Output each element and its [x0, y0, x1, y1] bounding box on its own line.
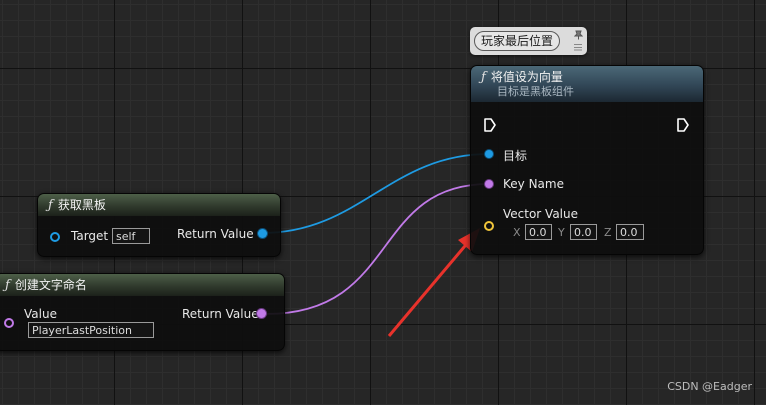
target-pin[interactable]: [485, 150, 493, 158]
key-name-pin[interactable]: [485, 180, 493, 188]
exec-out-pin-icon[interactable]: [676, 117, 690, 133]
set-value-as-vector-node[interactable]: ƒ 将值设为向量 目标是黑板组件 目标 Key Name Vector Value…: [470, 65, 704, 255]
make-literal-name-node[interactable]: ƒ 创建文字命名 Value PlayerLastPosition Return …: [0, 273, 285, 351]
vector-value-pin-label: Vector Value: [503, 207, 579, 221]
comment-text: 玩家最后位置: [474, 31, 561, 51]
vector-y-field[interactable]: 0.0: [570, 224, 597, 240]
comment-bubble[interactable]: 玩家最后位置: [470, 27, 587, 55]
object-wire: [261, 153, 490, 234]
vector-z-field[interactable]: 0.0: [616, 224, 644, 240]
vector-y-label: Y: [558, 226, 565, 239]
set-node-title: 将值设为向量: [490, 70, 563, 84]
value-input-pin[interactable]: [4, 318, 14, 328]
annotation-arrow: [387, 228, 480, 337]
return-value-label: Return Value: [182, 307, 259, 321]
value-text-field[interactable]: PlayerLastPosition: [28, 322, 154, 338]
name-wire: [265, 183, 490, 315]
get-blackboard-title: 获取黑板: [57, 198, 106, 212]
vector-value-pin[interactable]: [484, 221, 494, 231]
target-input-pin[interactable]: [50, 232, 60, 242]
function-icon: ƒ: [5, 278, 10, 293]
key-name-pin-label: Key Name: [503, 177, 564, 191]
set-node-header[interactable]: ƒ 将值设为向量 目标是黑板组件: [471, 66, 703, 102]
make-literal-name-header[interactable]: ƒ 创建文字命名: [0, 274, 284, 296]
return-value-label: Return Value: [177, 227, 254, 241]
target-pin-label: 目标: [503, 149, 528, 163]
value-input-label: Value: [24, 307, 57, 321]
vector-x-label: X: [513, 226, 521, 239]
make-literal-name-title: 创建文字命名: [14, 278, 87, 292]
watermark: CSDN @Eadger: [667, 380, 752, 393]
get-blackboard-node[interactable]: ƒ 获取黑板 Target self Return Value: [37, 193, 281, 257]
get-blackboard-header[interactable]: ƒ 获取黑板: [38, 194, 280, 216]
return-value-pin[interactable]: [257, 309, 266, 318]
vector-z-label: Z: [604, 226, 612, 239]
exec-in-pin-icon[interactable]: [483, 117, 497, 133]
vector-x-field[interactable]: 0.0: [525, 224, 552, 240]
target-input-label: Target: [71, 229, 109, 243]
set-node-subtitle: 目标是黑板组件: [497, 85, 574, 98]
return-value-pin[interactable]: [258, 229, 267, 238]
pin-icon[interactable]: [574, 30, 583, 40]
target-self-field[interactable]: self: [112, 228, 150, 244]
comment-handle-icon[interactable]: [573, 43, 583, 51]
function-icon: ƒ: [48, 198, 53, 213]
function-icon: ƒ: [481, 70, 486, 85]
